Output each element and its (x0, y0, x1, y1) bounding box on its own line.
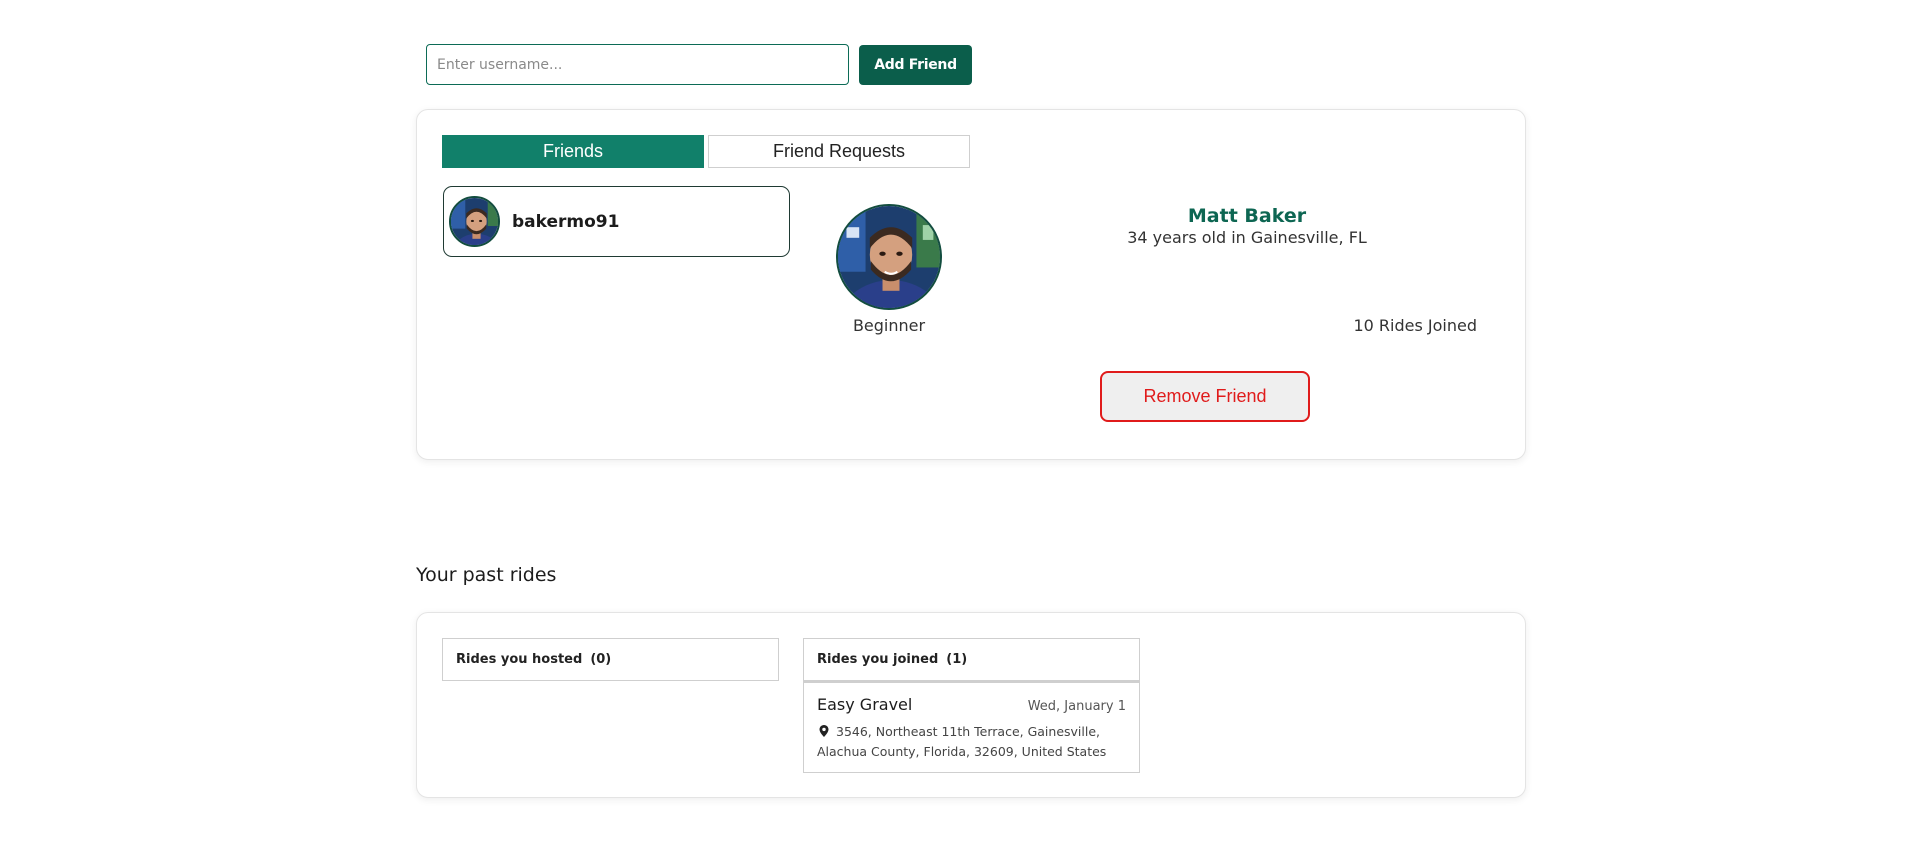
ride-list-item[interactable]: Easy Gravel Wed, January 1 3546, Northea… (803, 681, 1140, 773)
ride-address-row: 3546, Northeast 11th Terrace, Gainesvill… (817, 722, 1126, 762)
rides-joined-column: Rides you joined (1) Easy Gravel Wed, Ja… (803, 638, 1140, 773)
rides-hosted-label: Rides you hosted (456, 652, 583, 667)
ride-address: 3546, Northeast 11th Terrace, Gainesvill… (817, 724, 1107, 759)
rides-joined-label: Rides you joined (817, 652, 939, 667)
rides-hosted-column: Rides you hosted (0) (442, 638, 779, 681)
avatar (449, 196, 500, 247)
ride-date: Wed, January 1 (1027, 699, 1126, 714)
ride-name: Easy Gravel (817, 695, 913, 714)
add-friend-button[interactable]: Add Friend (859, 44, 972, 85)
past-rides-title: Your past rides (416, 564, 557, 586)
friend-list-item[interactable]: bakermo91 (443, 186, 790, 257)
friends-panel: Friends Friend Requests bakermo91 Beginn… (416, 109, 1526, 460)
map-pin-icon (819, 725, 829, 737)
avatar-photo-icon (451, 198, 498, 245)
friend-username: bakermo91 (512, 211, 620, 232)
tab-friend-requests[interactable]: Friend Requests (708, 135, 970, 168)
profile-photo-icon (838, 206, 940, 308)
tab-friends[interactable]: Friends (442, 135, 704, 168)
rides-hosted-header[interactable]: Rides you hosted (0) (442, 638, 779, 681)
friend-profile-avatar (836, 204, 942, 310)
friends-tabs: Friends Friend Requests (442, 135, 970, 168)
rides-joined-count-badge: (1) (946, 652, 968, 667)
rides-hosted-count: (0) (590, 652, 612, 667)
past-rides-panel: Rides you hosted (0) Rides you joined (1… (416, 612, 1526, 798)
rides-joined-header[interactable]: Rides you joined (1) (803, 638, 1140, 681)
username-input[interactable] (426, 44, 849, 85)
friend-age-location: 34 years old in Gainesville, FL (1127, 228, 1367, 247)
rides-joined-count: 10 Rides Joined (1353, 316, 1477, 335)
remove-friend-button[interactable]: Remove Friend (1100, 371, 1310, 422)
friend-full-name: Matt Baker (1187, 205, 1307, 227)
add-friend-bar: Add Friend (426, 44, 972, 85)
skill-level: Beginner (852, 316, 926, 335)
